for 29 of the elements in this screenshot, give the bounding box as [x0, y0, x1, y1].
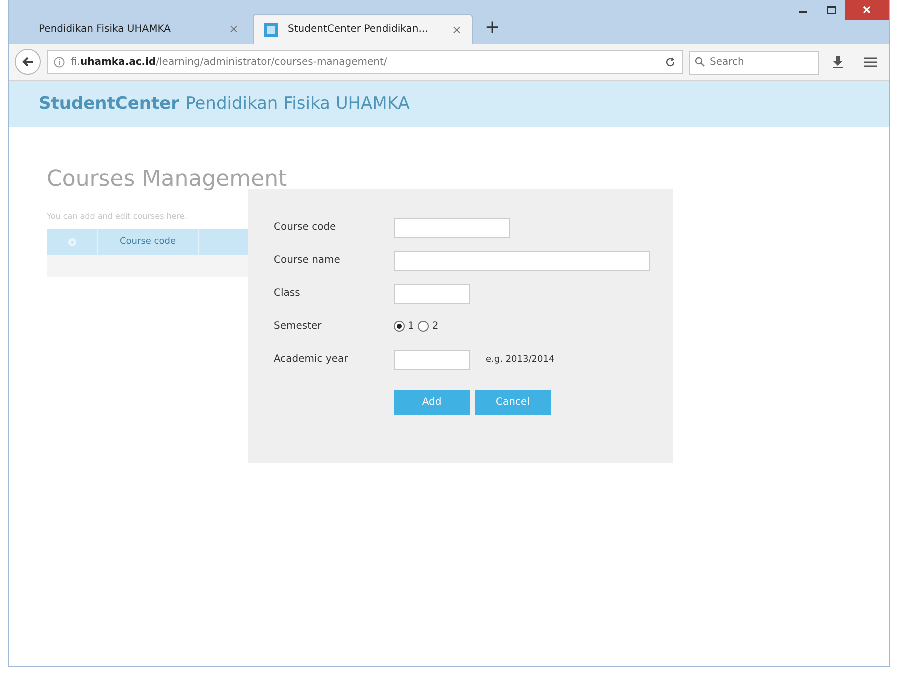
browser-tab[interactable]: StudentCenter Pendidikan... ×: [253, 14, 473, 44]
field-label: Class: [274, 288, 302, 299]
maximize-icon: [826, 6, 836, 14]
back-arrow-icon: [22, 56, 34, 68]
hint-text: e.g. 2013/2014: [486, 354, 555, 364]
search-field[interactable]: Search: [689, 50, 819, 74]
site-title: Pendidikan Fisika UHAMKA: [186, 94, 410, 114]
close-tab-button[interactable]: ×: [452, 22, 462, 36]
page-icon: [264, 22, 278, 36]
search-icon: [695, 57, 705, 67]
input-field[interactable]: [394, 218, 510, 238]
address-bar[interactable]: fi.uhamka.ac.id/learning/administrator/courses-management/: [47, 50, 683, 74]
info-icon: [54, 56, 65, 68]
menu-icon: [864, 56, 876, 68]
field-label: Course code: [274, 222, 338, 233]
close-button[interactable]: [845, 0, 889, 20]
browser-tab[interactable]: Pendidikan Fisika UHAMKA ×: [29, 14, 249, 44]
back-button[interactable]: [15, 49, 41, 75]
download-icon: [833, 56, 843, 68]
new-tab-button[interactable]: +: [477, 17, 508, 44]
input-field[interactable]: [394, 350, 470, 370]
input-field[interactable]: [394, 250, 650, 270]
field-label: Semester: [274, 321, 323, 332]
reload-icon[interactable]: [665, 56, 676, 68]
field-label: Course name: [274, 255, 342, 266]
close-icon: [863, 6, 871, 14]
page-heading: Courses Management: [47, 167, 288, 192]
input-field[interactable]: [394, 284, 470, 304]
field-label: Academic year: [274, 354, 350, 365]
